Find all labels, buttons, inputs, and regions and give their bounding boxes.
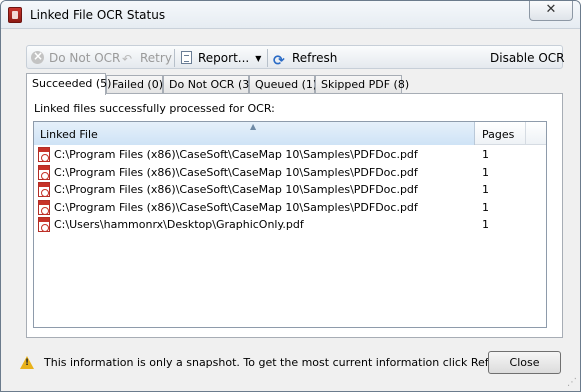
report-button[interactable]: Report... ▼ (181, 50, 261, 66)
pdf-file-icon (38, 182, 50, 197)
table-row[interactable]: C:\Users\hammonrx\Desktop\GraphicOnly.pd… (34, 216, 546, 234)
do-not-ocr-button[interactable]: Do Not OCR (31, 48, 121, 66)
column-header-pages[interactable]: Pages (482, 128, 514, 141)
row-file-path: C:\Program Files (x86)\CaseSoft\CaseMap … (54, 200, 418, 214)
sort-ascending-icon: ▲ (250, 122, 257, 131)
row-file-path: C:\Program Files (x86)\CaseSoft\CaseMap … (54, 165, 418, 179)
disable-ocr-label: Disable OCR (490, 51, 565, 65)
row-file-path: C:\Users\hammonrx\Desktop\GraphicOnly.pd… (54, 218, 304, 231)
row-pages: 1 (482, 165, 489, 179)
succeeded-panel: Linked files successfully processed for … (26, 93, 563, 338)
toolbar-separator (267, 49, 268, 67)
table-row[interactable]: C:\Program Files (x86)\CaseSoft\CaseMap … (34, 164, 546, 182)
column-divider (525, 122, 526, 145)
not-allowed-icon (31, 48, 44, 64)
ocr-status-window: Linked File OCR Status ✕ Do Not OCR ↶ Ret… (0, 0, 581, 392)
row-file-path: C:\Program Files (x86)\CaseSoft\CaseMap … (54, 183, 418, 196)
title-bar[interactable]: Linked File OCR Status ✕ (1, 1, 580, 29)
pdf-document-icon (8, 7, 22, 23)
disable-ocr-button[interactable]: Disable OCR (490, 50, 565, 66)
panel-description: Linked files successfully processed for … (34, 102, 275, 115)
row-file-path: C:\Program Files (x86)\CaseSoft\CaseMap … (54, 148, 418, 161)
table-row[interactable]: C:\Program Files (x86)\CaseSoft\CaseMap … (34, 146, 546, 164)
toolbar-separator (174, 49, 175, 67)
window-title: Linked File OCR Status (30, 8, 166, 22)
table-row[interactable]: C:\Program Files (x86)\CaseSoft\CaseMap … (34, 199, 546, 217)
linked-files-grid: ▲ Linked File Pages C:\Program Files (x8… (33, 121, 547, 328)
refresh-icon: ⟳ (273, 53, 285, 69)
tab-do-not-ocr[interactable]: Do Not OCR (3) (163, 75, 254, 94)
grid-header: ▲ Linked File Pages (34, 122, 546, 145)
tab-skipped-pdf[interactable]: Skipped PDF (8) (315, 75, 409, 94)
pdf-file-icon (38, 199, 50, 215)
resize-grip-icon[interactable]: ⋰ (567, 378, 579, 390)
report-icon (181, 51, 192, 64)
table-row[interactable]: C:\Program Files (x86)\CaseSoft\CaseMap … (34, 181, 546, 199)
pdf-file-icon (38, 164, 50, 180)
row-pages: 1 (482, 148, 489, 161)
tab-failed[interactable]: Failed (0) (106, 75, 163, 94)
chevron-down-icon: ▼ (255, 54, 262, 63)
window-close-button[interactable]: ✕ (529, 1, 573, 21)
do-not-ocr-label: Do Not OCR (49, 51, 121, 65)
row-pages: 1 (482, 218, 489, 231)
warning-icon (20, 356, 34, 369)
retry-icon: ↶ (122, 52, 133, 66)
retry-button[interactable]: ↶ Retry (122, 50, 172, 66)
refresh-button[interactable]: ⟳ Refresh (273, 50, 338, 69)
snapshot-notice: This information is only a snapshot. To … (44, 356, 516, 369)
tab-queued[interactable]: Queued (1) (249, 75, 317, 94)
pdf-file-icon (38, 217, 50, 232)
retry-label: Retry (140, 51, 172, 65)
tab-succeeded[interactable]: Succeeded (5) (26, 73, 111, 95)
pdf-file-icon (38, 147, 50, 162)
row-pages: 1 (482, 183, 489, 196)
close-button[interactable]: Close (488, 351, 561, 374)
report-label: Report... (198, 51, 250, 65)
refresh-label: Refresh (292, 51, 338, 65)
column-header-linked-file[interactable]: ▲ Linked File (34, 122, 475, 145)
column-header-linked-file-label: Linked File (40, 128, 98, 141)
row-pages: 1 (482, 200, 489, 214)
grid-rows: C:\Program Files (x86)\CaseSoft\CaseMap … (34, 146, 546, 234)
toolbar: Do Not OCR ↶ Retry Report... ▼ ⟳ Refresh Di… (26, 45, 565, 69)
